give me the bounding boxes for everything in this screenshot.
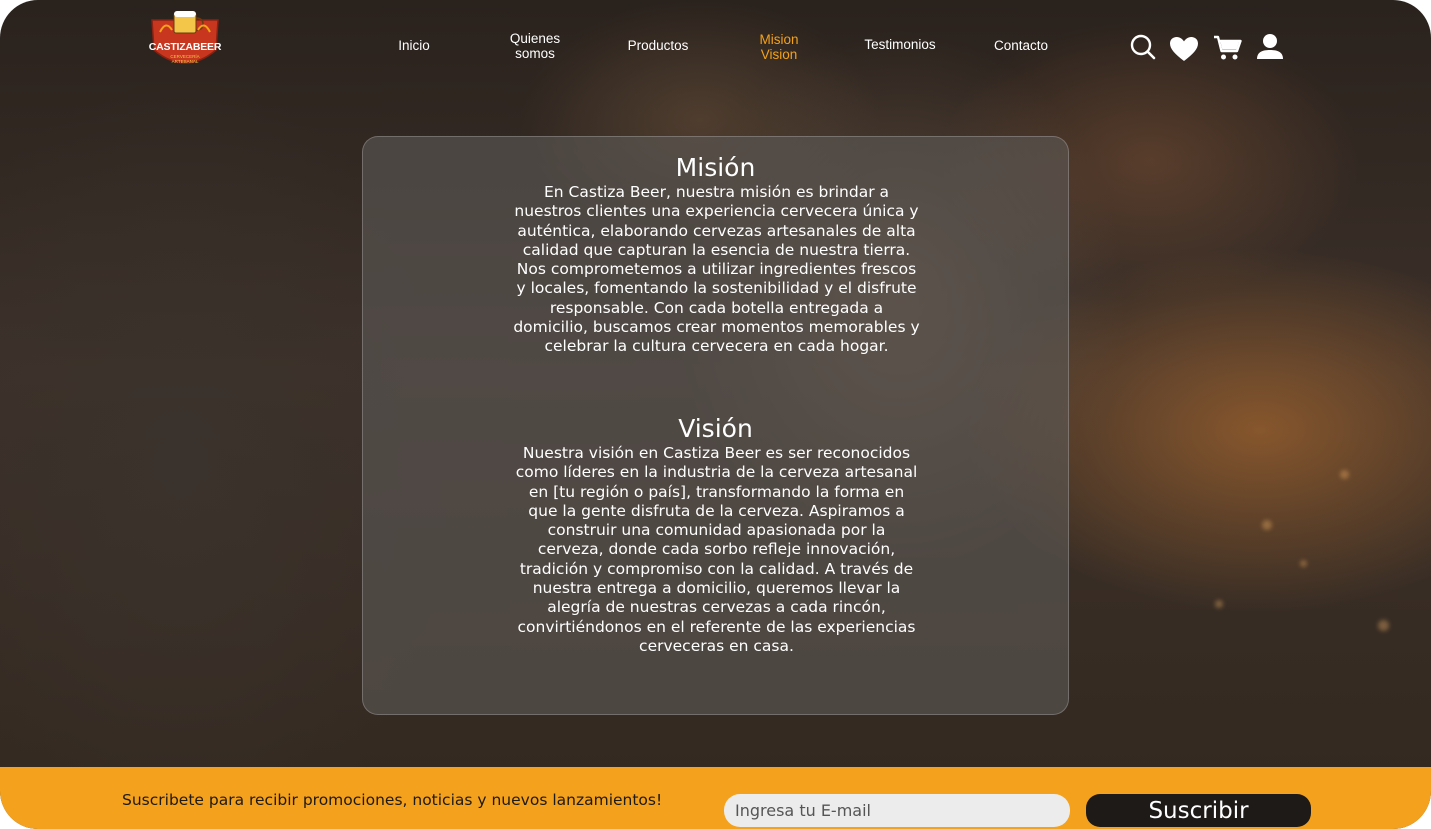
subscribe-button[interactable]: Suscribir (1086, 794, 1311, 827)
mission-text: En Castiza Beer, nuestra misión es brind… (513, 183, 920, 356)
nav-inicio[interactable]: Inicio (389, 38, 439, 53)
bokeh-light (1340, 470, 1349, 479)
email-input[interactable] (724, 794, 1070, 827)
search-icon[interactable] (1129, 33, 1157, 61)
heart-icon[interactable] (1169, 36, 1199, 62)
nav-label: Mision (759, 32, 799, 47)
nav-label: Contacto (993, 38, 1049, 53)
logo-subtext: CERVECERÍA ARTESANAL (170, 54, 200, 64)
nav-label: Quienes (509, 31, 561, 46)
nav-contacto[interactable]: Contacto (984, 38, 1058, 53)
nav-productos[interactable]: Productos (618, 38, 698, 53)
nav-testimonios[interactable]: Testimonios (852, 37, 948, 52)
nav-label: Vision (760, 47, 798, 62)
mission-vision-card: Misión En Castiza Beer, nuestra misión e… (362, 136, 1069, 715)
page-background: CASTIZABEER CERVECERÍA ARTESANAL Inicio … (0, 0, 1431, 829)
user-icon[interactable] (1255, 33, 1285, 61)
bokeh-light (1300, 560, 1307, 567)
bokeh-light (1378, 620, 1389, 631)
nav-label: Productos (627, 38, 689, 53)
subscribe-band: Suscribete para recibir promociones, not… (0, 767, 1431, 829)
nav-mision-vision[interactable]: Mision Vision (748, 32, 810, 62)
mission-title: Misión (675, 153, 756, 182)
nav-label: somos (515, 46, 555, 61)
nav-quienes-somos[interactable]: Quienes somos (500, 31, 570, 61)
logo-text: CASTIZABEER (148, 41, 222, 53)
vision-text: Nuestra visión en Castiza Beer es ser re… (515, 444, 918, 655)
nav-label: Testimonios (864, 37, 936, 52)
bokeh-light (1262, 520, 1272, 530)
vision-title: Visión (678, 414, 753, 443)
cart-icon[interactable] (1213, 34, 1243, 62)
bokeh-light (1215, 600, 1223, 608)
nav-label: Inicio (398, 38, 430, 53)
subscribe-text: Suscribete para recibir promociones, not… (122, 791, 663, 809)
